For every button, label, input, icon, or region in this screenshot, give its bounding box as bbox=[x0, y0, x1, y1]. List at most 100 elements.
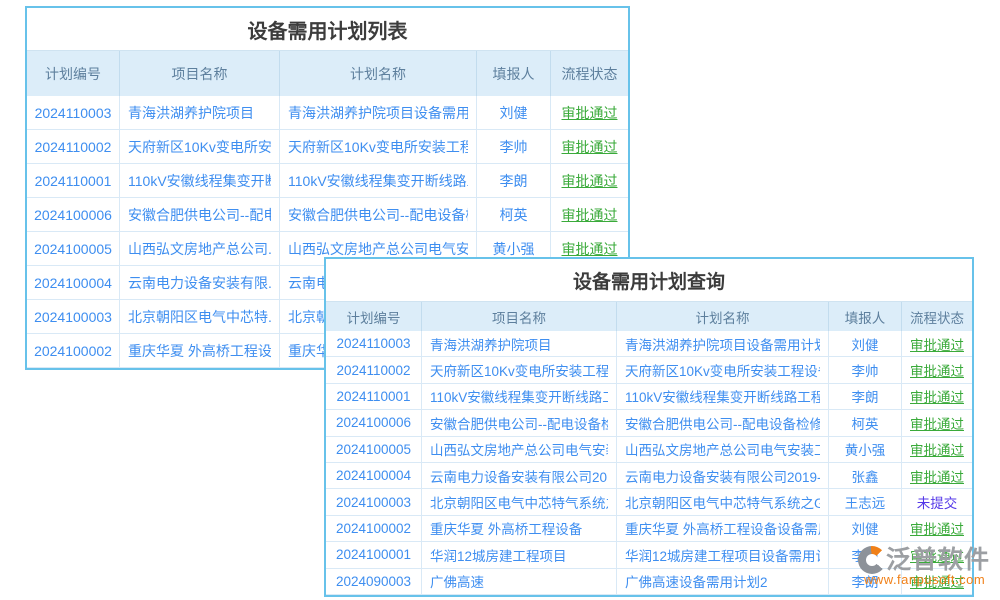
status-link[interactable]: 审批通过 bbox=[910, 334, 964, 354]
status-link[interactable]: 审批通过 bbox=[910, 413, 964, 433]
plan-no-link[interactable]: 2024110003 bbox=[336, 336, 410, 351]
col-header-plan-no: 计划编号 bbox=[27, 51, 120, 96]
status-link[interactable]: 审批通过 bbox=[562, 103, 618, 123]
reporter-link[interactable]: 黄小强 bbox=[845, 439, 886, 459]
plan-name-link[interactable]: 华润12城房建工程项目设备需用计划2 bbox=[625, 545, 820, 565]
project-name-link[interactable]: 广佛高速 bbox=[430, 571, 484, 591]
plan-name-link[interactable]: 广佛高速设备需用计划2 bbox=[625, 571, 768, 591]
table-row[interactable]: 2024110002 天府新区10Kv变电所安... 天府新区10Kv变电所安装… bbox=[27, 130, 628, 164]
project-name-link[interactable]: 重庆华夏 外高桥工程设备 bbox=[128, 341, 271, 361]
col-header-plan-name: 计划名称 bbox=[280, 51, 477, 96]
project-name-link[interactable]: 青海洪湖养护院项目 bbox=[128, 103, 254, 123]
status-link[interactable]: 审批通过 bbox=[562, 171, 618, 191]
project-name-link[interactable]: 安徽合肥供电公司--配电设备检修维护 bbox=[430, 413, 608, 433]
status-link[interactable]: 审批通过 bbox=[562, 205, 618, 225]
plan-no-link[interactable]: 2024100003 bbox=[336, 495, 411, 510]
plan-no-link[interactable]: 2024100002 bbox=[34, 343, 112, 359]
plan-no-link[interactable]: 2024100002 bbox=[336, 521, 411, 536]
table-row[interactable]: 2024090003 广佛高速 广佛高速设备需用计划2 李朗 审批通过 bbox=[326, 569, 972, 595]
project-name-link[interactable]: 安徽合肥供电公司--配电... bbox=[128, 205, 271, 225]
status-link[interactable]: 审批通过 bbox=[562, 239, 618, 259]
reporter-link[interactable]: 李帅 bbox=[500, 137, 528, 157]
project-name-link[interactable]: 山西弘文房地产总公司... bbox=[128, 239, 271, 259]
status-link[interactable]: 审批通过 bbox=[910, 360, 964, 380]
table-row[interactable]: 2024100002 重庆华夏 外高桥工程设备 重庆华夏 外高桥工程设备设备需用… bbox=[326, 516, 972, 542]
table-row[interactable]: 2024100003 北京朝阳区电气中芯特气系统之GM 北京朝阳区电气中芯特气系… bbox=[326, 489, 972, 515]
plan-name-link[interactable]: 安徽合肥供电公司--配电设备检修维护设备需用计划 bbox=[625, 413, 820, 433]
project-name-link[interactable]: 青海洪湖养护院项目 bbox=[430, 334, 552, 354]
reporter-link[interactable]: 柯英 bbox=[500, 205, 528, 225]
plan-no-link[interactable]: 2024110003 bbox=[35, 105, 112, 121]
reporter-link[interactable]: 李朗 bbox=[852, 386, 879, 406]
reporter-link[interactable]: 黄小强 bbox=[493, 239, 535, 259]
plan-name-link[interactable]: 青海洪湖养护院项目设备需用计划 bbox=[625, 334, 820, 354]
plan-name-link[interactable]: 110kV安徽线程集变开断线路工程设备需用计划 bbox=[625, 386, 820, 406]
plan-name-link[interactable]: 云南电力设备安装有限公司2019--202 bbox=[625, 466, 820, 486]
table-row[interactable]: 2024110001 110kV安徽线程集变开断... 110kV安徽线程集变开… bbox=[27, 164, 628, 198]
plan-no-link[interactable]: 2024100006 bbox=[336, 415, 411, 430]
plan-query-window: 设备需用计划查询 计划编号 项目名称 计划名称 填报人 流程状态 2024110… bbox=[324, 257, 974, 597]
plan-no-link[interactable]: 2024100004 bbox=[34, 275, 112, 291]
project-name-link[interactable]: 110kV安徽线程集变开断... bbox=[128, 171, 271, 191]
plan-no-link[interactable]: 2024110002 bbox=[35, 139, 112, 155]
plan-name-link[interactable]: 天府新区10Kv变电所安装工程设备需用计划 bbox=[625, 360, 820, 380]
reporter-link[interactable]: 刘健 bbox=[852, 334, 879, 354]
plan-name-link[interactable]: 北京朝阳区电气中芯特气系统之GMS bbox=[625, 492, 820, 512]
status-link[interactable]: 审批通过 bbox=[910, 518, 964, 538]
table-row[interactable]: 2024110002 天府新区10Kv变电所安装工程 天府新区10Kv变电所安装… bbox=[326, 357, 972, 383]
plan-name-link[interactable]: 重庆华夏 外高桥工程设备设备需用计划 bbox=[625, 518, 820, 538]
status-link[interactable]: 审批通过 bbox=[910, 571, 964, 591]
plan-name-link[interactable]: 山西弘文房地产总公司电气安装... bbox=[288, 239, 468, 259]
status-link[interactable]: 未提交 bbox=[917, 492, 958, 512]
table-row[interactable]: 2024110003 青海洪湖养护院项目 青海洪湖养护院项目设备需用计划 刘健 … bbox=[27, 96, 628, 130]
table-row[interactable]: 2024100001 华润12城房建工程项目 华润12城房建工程项目设备需用计划… bbox=[326, 542, 972, 568]
reporter-link[interactable]: 李朗 bbox=[500, 171, 528, 191]
plan-name-link[interactable]: 青海洪湖养护院项目设备需用计划 bbox=[288, 103, 468, 123]
plan-no-link[interactable]: 2024110002 bbox=[336, 363, 410, 378]
plan-name-link[interactable]: 山西弘文房地产总公司电气安装工程设备需用计划 bbox=[625, 439, 820, 459]
plan-no-link[interactable]: 2024100006 bbox=[34, 207, 112, 223]
plan-no-link[interactable]: 2024100003 bbox=[34, 309, 112, 325]
table-row[interactable]: 2024110003 青海洪湖养护院项目 青海洪湖养护院项目设备需用计划 刘健 … bbox=[326, 331, 972, 357]
plan-no-link[interactable]: 2024110001 bbox=[35, 173, 112, 189]
plan-name-link[interactable]: 110kV安徽线程集变开断线路工... bbox=[288, 171, 468, 191]
table-row[interactable]: 2024100005 山西弘文房地产总公司电气安装工程 山西弘文房地产总公司电气… bbox=[326, 437, 972, 463]
plan-no-link[interactable]: 2024090003 bbox=[336, 574, 411, 589]
reporter-link[interactable]: 柯英 bbox=[852, 413, 879, 433]
project-name-link[interactable]: 华润12城房建工程项目 bbox=[430, 545, 567, 565]
status-link[interactable]: 审批通过 bbox=[910, 466, 964, 486]
project-name-link[interactable]: 重庆华夏 外高桥工程设备 bbox=[430, 518, 582, 538]
table-row[interactable]: 2024100006 安徽合肥供电公司--配电... 安徽合肥供电公司--配电设… bbox=[27, 198, 628, 232]
project-name-link[interactable]: 云南电力设备安装有限公司2019--2 bbox=[430, 466, 608, 486]
project-name-link[interactable]: 110kV安徽线程集变开断线路工程 bbox=[430, 386, 608, 406]
reporter-link[interactable]: 刘健 bbox=[500, 103, 528, 123]
plan-no-link[interactable]: 2024100004 bbox=[336, 468, 411, 483]
plan-no-link[interactable]: 2024100001 bbox=[336, 547, 411, 562]
status-link[interactable]: 审批通过 bbox=[910, 439, 964, 459]
plan-no-link[interactable]: 2024100005 bbox=[336, 442, 411, 457]
status-link[interactable]: 审批通过 bbox=[910, 545, 964, 565]
reporter-link[interactable]: 王志远 bbox=[845, 492, 886, 512]
project-name-link[interactable]: 北京朝阳区电气中芯特气系统之GM bbox=[430, 492, 608, 512]
plan-name-link[interactable]: 天府新区10Kv变电所安装工程... bbox=[288, 137, 468, 157]
plan-list-title: 设备需用计划列表 bbox=[27, 8, 628, 50]
project-name-link[interactable]: 天府新区10Kv变电所安... bbox=[128, 137, 271, 157]
project-name-link[interactable]: 山西弘文房地产总公司电气安装工程 bbox=[430, 439, 608, 459]
project-name-link[interactable]: 天府新区10Kv变电所安装工程 bbox=[430, 360, 608, 380]
table-row[interactable]: 2024100004 云南电力设备安装有限公司2019--2 云南电力设备安装有… bbox=[326, 463, 972, 489]
project-name-link[interactable]: 云南电力设备安装有限... bbox=[128, 273, 271, 293]
plan-no-link[interactable]: 2024100005 bbox=[34, 241, 112, 257]
plan-no-link[interactable]: 2024110001 bbox=[336, 389, 410, 404]
plan-name-link[interactable]: 安徽合肥供电公司--配电设备检... bbox=[288, 205, 468, 225]
plan-query-header-row: 计划编号 项目名称 计划名称 填报人 流程状态 bbox=[326, 301, 972, 331]
table-row[interactable]: 2024100006 安徽合肥供电公司--配电设备检修维护 安徽合肥供电公司--… bbox=[326, 410, 972, 436]
reporter-link[interactable]: 李帅 bbox=[852, 360, 879, 380]
status-link[interactable]: 审批通过 bbox=[562, 137, 618, 157]
reporter-link[interactable]: 张鑫 bbox=[852, 466, 879, 486]
reporter-link[interactable]: 李朗 bbox=[852, 571, 879, 591]
project-name-link[interactable]: 北京朝阳区电气中芯特... bbox=[128, 307, 271, 327]
reporter-link[interactable]: 李帅 bbox=[852, 545, 879, 565]
status-link[interactable]: 审批通过 bbox=[910, 386, 964, 406]
reporter-link[interactable]: 刘健 bbox=[852, 518, 879, 538]
table-row[interactable]: 2024110001 110kV安徽线程集变开断线路工程 110kV安徽线程集变… bbox=[326, 384, 972, 410]
